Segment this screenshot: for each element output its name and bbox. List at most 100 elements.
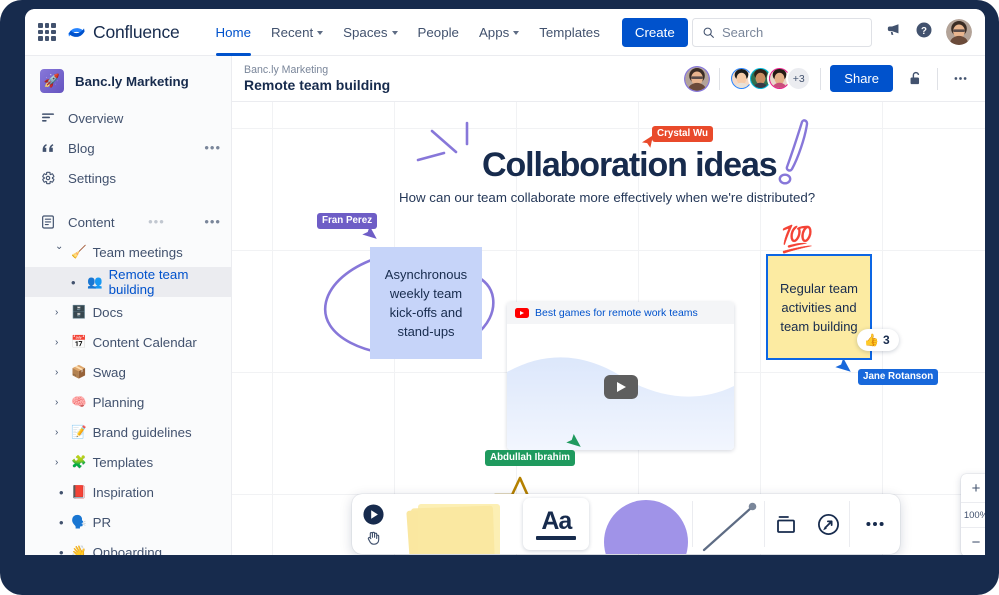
tree-item-remote-team-building[interactable]: •👥Remote team building xyxy=(25,267,231,297)
zoom-out-button[interactable]: − xyxy=(961,528,985,555)
add-content-icon[interactable]: ••• xyxy=(148,217,165,227)
video-title[interactable]: Best games for remote work teams xyxy=(535,307,698,319)
avatar[interactable] xyxy=(684,66,710,92)
sticky-note-yellow[interactable]: Regular team activities and team buildin… xyxy=(766,254,872,360)
help-icon[interactable]: ? xyxy=(915,21,933,44)
shape-tool[interactable] xyxy=(600,494,692,554)
cursor-jane-rotanson: Jane Rotanson xyxy=(858,369,938,385)
zoom-in-button[interactable]: + xyxy=(961,474,985,502)
chevron-right-icon[interactable]: › xyxy=(55,397,58,408)
play-circle-icon xyxy=(362,503,385,526)
more-horizontal-icon[interactable]: ••• xyxy=(204,143,221,153)
thumbs-up-emoji: 👍 xyxy=(864,333,879,347)
brand-name: Confluence xyxy=(93,22,180,43)
tree-item-templates[interactable]: ›🧩Templates xyxy=(25,447,231,477)
tree-item-label: Docs xyxy=(93,305,123,320)
create-button[interactable]: Create xyxy=(622,18,688,47)
confluence-mark-icon xyxy=(67,23,86,42)
cursor-label: Crystal Wu xyxy=(652,126,713,142)
bullet-icon: • xyxy=(59,515,64,530)
nav-item-home[interactable]: Home xyxy=(206,9,261,56)
more-horizontal-icon xyxy=(863,512,887,536)
tree-item-pr[interactable]: •🗣️PR xyxy=(25,507,231,537)
space-header[interactable]: 🚀 Banc.ly Marketing xyxy=(25,56,231,103)
chevron-down-icon[interactable]: ⌄ xyxy=(55,241,63,252)
search-placeholder: Search xyxy=(722,25,763,40)
sidebar-item-blog[interactable]: Blog ••• xyxy=(25,133,231,163)
video-thumbnail[interactable] xyxy=(507,324,734,450)
search-input[interactable]: Search xyxy=(692,18,872,47)
sidebar-item-settings[interactable]: Settings xyxy=(25,163,231,193)
text-underline xyxy=(536,536,576,540)
share-button[interactable]: Share xyxy=(830,65,893,92)
tree-item-content-calendar[interactable]: ›📅Content Calendar xyxy=(25,327,231,357)
sidebar-item-content[interactable]: Content ••• ••• xyxy=(25,207,231,237)
confluence-logo[interactable]: Confluence xyxy=(67,22,180,43)
stamp-tool[interactable] xyxy=(807,494,849,554)
line-tool[interactable] xyxy=(693,494,764,554)
text-tool[interactable]: Aa xyxy=(512,494,600,554)
chevron-right-icon[interactable]: › xyxy=(55,307,58,318)
more-tools[interactable] xyxy=(850,494,900,554)
nav-item-spaces[interactable]: Spaces xyxy=(333,9,407,56)
user-avatar[interactable] xyxy=(946,19,972,45)
tree-item-emoji-icon: 🧠 xyxy=(71,395,87,410)
stamp-icon xyxy=(816,512,841,537)
chevron-right-icon[interactable]: › xyxy=(55,367,58,378)
more-horizontal-icon[interactable]: ••• xyxy=(204,217,221,227)
video-embed-card[interactable]: Best games for remote work teams xyxy=(507,302,734,450)
space-name: Banc.ly Marketing xyxy=(75,74,189,89)
chevron-right-icon[interactable]: › xyxy=(55,427,58,438)
tree-item-label: Team meetings xyxy=(93,245,183,260)
sticky-note-blue[interactable]: Asynchronous weekly team kick-offs and s… xyxy=(370,247,482,359)
sidebar-item-label: Content xyxy=(68,215,115,230)
chevron-right-icon[interactable]: › xyxy=(55,457,58,468)
collaborator-facepile[interactable]: +3 xyxy=(729,66,811,91)
overflow-count[interactable]: +3 xyxy=(786,66,811,91)
reaction-badge[interactable]: 👍 3 xyxy=(857,329,899,351)
quote-icon xyxy=(40,140,60,156)
whiteboard-title[interactable]: Collaboration ideas xyxy=(482,146,777,185)
frame-tool[interactable] xyxy=(765,494,807,554)
whiteboard-subtitle[interactable]: How can our team collaborate more effect… xyxy=(399,190,815,205)
zoom-level[interactable]: 100% xyxy=(961,502,985,528)
more-horizontal-icon[interactable] xyxy=(947,66,973,92)
tree-item-label: Inspiration xyxy=(93,485,154,500)
chevron-right-icon[interactable]: › xyxy=(55,337,58,348)
zoom-control: + 100% − xyxy=(961,474,985,555)
nav-item-apps[interactable]: Apps xyxy=(469,9,529,56)
tree-item-team-meetings[interactable]: ⌄🧹Team meetings xyxy=(25,237,231,267)
nav-label: Templates xyxy=(539,25,600,40)
divider xyxy=(719,68,720,90)
app-switcher-icon[interactable] xyxy=(37,22,57,42)
tree-item-docs[interactable]: › 🗄️ Docs xyxy=(25,297,231,327)
hundred-emoji-sticker[interactable]: 💯 xyxy=(781,224,813,255)
nav-item-recent[interactable]: Recent xyxy=(261,9,333,56)
cursor-abdullah-ibrahim: Abdullah Ibrahim xyxy=(485,450,575,466)
tree-item-planning[interactable]: ›🧠Planning xyxy=(25,387,231,417)
unlock-icon[interactable] xyxy=(902,66,928,92)
tree-item-brand-guidelines[interactable]: ›📝Brand guidelines xyxy=(25,417,231,447)
tree-item-emoji-icon: 🗄️ xyxy=(71,305,87,320)
page-header: Banc.ly Marketing Remote team building xyxy=(232,56,985,102)
tree-item-inspiration[interactable]: •📕Inspiration xyxy=(25,477,231,507)
tree-item-onboarding[interactable]: •👋Onboarding xyxy=(25,537,231,555)
sidebar-item-overview[interactable]: Overview xyxy=(25,103,231,133)
select-tool[interactable] xyxy=(352,494,394,554)
tree-item-swag[interactable]: ›📦Swag xyxy=(25,357,231,387)
cursor-label: Jane Rotanson xyxy=(858,369,938,385)
nav-item-templates[interactable]: Templates xyxy=(529,9,610,56)
whiteboard-canvas[interactable]: Collaboration ideas How can our team col… xyxy=(232,102,985,555)
nav-item-people[interactable]: People xyxy=(408,9,469,56)
breadcrumb-space[interactable]: Banc.ly Marketing xyxy=(244,63,390,77)
tree-item-emoji-icon: 👋 xyxy=(71,545,87,556)
sticky-note-tool[interactable] xyxy=(394,494,512,554)
bullet-icon: • xyxy=(71,275,76,290)
space-sidebar: 🚀 Banc.ly Marketing Overview Blog ••• xyxy=(25,56,232,555)
tree-item-label: Swag xyxy=(93,365,126,380)
megaphone-icon[interactable] xyxy=(885,21,902,43)
browser-window-frame: Confluence Home Recent Spaces People App… xyxy=(0,0,999,595)
play-icon[interactable] xyxy=(604,375,638,399)
cursor-pointer-icon xyxy=(361,225,377,241)
sticky-note-text: Regular team activities and team buildin… xyxy=(778,279,860,336)
